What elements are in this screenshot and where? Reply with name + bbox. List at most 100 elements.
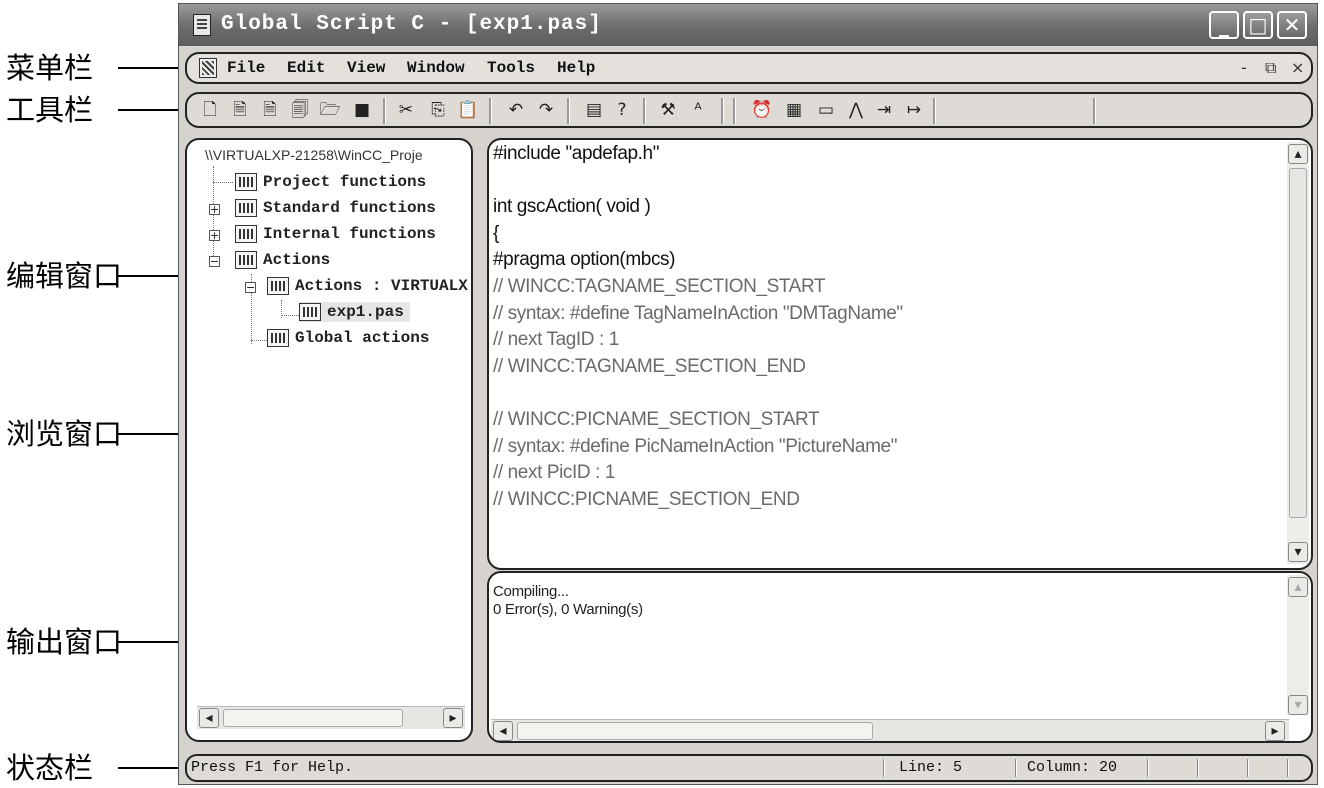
editor-vertical-scrollbar[interactable]: ▴ ▾ — [1287, 142, 1309, 564]
grid-icon[interactable]: ▦ — [783, 99, 805, 121]
scroll-up-icon[interactable]: ▴ — [1288, 144, 1308, 164]
code-line[interactable]: // WINCC:PICNAME_SECTION_START — [493, 408, 820, 432]
new-icon[interactable]: 🗋 — [199, 99, 221, 121]
code-line[interactable]: // next PicID : 1 — [493, 461, 615, 485]
mdi-minimize-button[interactable]: - — [1241, 54, 1247, 82]
code-line[interactable]: // next TagID : 1 — [493, 328, 619, 352]
scroll-left-icon[interactable]: ◂ — [199, 708, 219, 728]
title-bar[interactable]: Global Script C - [exp1.pas] _ □ ✕ — [179, 4, 1317, 46]
folder-icon[interactable]: 🗁 — [319, 99, 341, 121]
tree-item-standard-functions[interactable]: Standard functions — [235, 198, 436, 218]
minimize-button[interactable]: _ — [1209, 11, 1239, 39]
status-help-text: Press F1 for Help. — [191, 759, 354, 776]
print-icon[interactable]: ▤ — [583, 99, 605, 121]
floppy-icon[interactable]: ■ — [351, 99, 373, 121]
output-horizontal-scrollbar[interactable]: ◂ ▸ — [491, 719, 1289, 741]
copy-icon[interactable]: ⎘ — [427, 99, 449, 121]
menu-tools[interactable]: Tools — [487, 54, 535, 82]
scrollbar-thumb[interactable] — [517, 722, 873, 740]
tree-item-global-actions[interactable]: Global actions — [267, 328, 429, 348]
tree-line — [213, 182, 233, 183]
tree-line — [213, 166, 214, 266]
tree-item-actions-virtualxp[interactable]: Actions : VIRTUALX — [267, 276, 468, 296]
redo-icon[interactable]: ↷ — [535, 99, 557, 121]
tree-item-internal-functions[interactable]: Internal functions — [235, 224, 436, 244]
menu-edit[interactable]: Edit — [287, 54, 325, 82]
mdi-restore-button[interactable]: ⧉ — [1265, 54, 1276, 82]
collapse-icon[interactable]: − — [209, 256, 220, 267]
toolbar-separator — [1093, 98, 1096, 124]
annotation-toolbar: 工具栏 — [0, 90, 180, 130]
expand-icon[interactable]: + — [209, 230, 220, 241]
toolbar-separator — [489, 98, 492, 124]
code-line[interactable]: // WINCC:TAGNAME_SECTION_START — [493, 275, 826, 299]
output-window[interactable]: Compiling... 0 Error(s), 0 Warning(s) ▴ … — [487, 571, 1313, 743]
menu-help[interactable]: Help — [557, 54, 595, 82]
actions-folder-icon — [267, 276, 289, 295]
mdi-close-button[interactable]: × — [1291, 54, 1304, 82]
scrollbar-thumb[interactable] — [1289, 168, 1307, 518]
code-line[interactable]: // syntax: #define TagNameInAction "DMTa… — [493, 302, 903, 326]
compile-icon[interactable]: ⚒ — [657, 99, 679, 121]
scroll-down-icon[interactable]: ▾ — [1288, 695, 1308, 715]
help-icon[interactable]: ? — [611, 99, 633, 121]
app-window: Global Script C - [exp1.pas] _ □ ✕ File … — [178, 3, 1318, 785]
cut-icon[interactable]: ✂ — [395, 99, 417, 121]
expand-icon[interactable]: + — [209, 204, 220, 215]
code-line[interactable]: // syntax: #define PicNameInAction "Pict… — [493, 435, 897, 459]
annotation-browse-window: 浏览窗口 — [0, 414, 180, 454]
window-title: Global Script C - [exp1.pas] — [221, 13, 602, 36]
output-vertical-scrollbar[interactable]: ▴ ▾ — [1287, 575, 1309, 715]
save-icon[interactable]: 🗎 — [259, 99, 281, 121]
scroll-right-icon[interactable]: ▸ — [443, 708, 463, 728]
scroll-down-icon[interactable]: ▾ — [1288, 542, 1308, 562]
code-line[interactable]: #pragma option(mbcs) — [493, 248, 675, 272]
tree-item-project-functions[interactable]: Project functions — [235, 172, 426, 192]
open-icon[interactable]: 🗎 — [229, 99, 251, 121]
annotation-label: 编辑窗口 — [6, 259, 123, 293]
toolbar-separator — [733, 98, 736, 124]
collapse-icon[interactable]: − — [245, 282, 256, 293]
tree-item-exp1-pas[interactable]: exp1.pas — [299, 302, 410, 322]
status-separator — [1287, 759, 1289, 777]
code-line[interactable]: int gscAction( void ) — [493, 195, 651, 219]
toolbar-separator — [383, 98, 386, 124]
alarm-icon[interactable]: ⏰ — [751, 99, 773, 121]
undo-icon[interactable]: ↶ — [505, 99, 527, 121]
menu-file[interactable]: File — [227, 54, 265, 82]
code-line[interactable]: return 0; — [493, 568, 560, 569]
save-all-icon[interactable]: 🗐 — [289, 99, 311, 121]
script-file-icon — [299, 302, 321, 321]
close-button[interactable]: ✕ — [1277, 11, 1307, 39]
actions-folder-icon — [235, 250, 257, 269]
code-line[interactable]: #include "apdefap.h" — [493, 142, 659, 166]
paste-icon[interactable]: 📋 — [457, 99, 479, 121]
browse-window: \\VIRTUALXP-21258\WinCC_Proje Project fu… — [185, 138, 473, 742]
export-icon[interactable]: ↦ — [903, 99, 925, 121]
document-icon[interactable] — [199, 58, 217, 78]
tree-root[interactable]: \\VIRTUALXP-21258\WinCC_Proje — [205, 146, 423, 164]
annotation-line — [118, 433, 180, 435]
function-library-icon — [235, 172, 257, 191]
code-line[interactable]: { — [493, 222, 499, 246]
abc-icon[interactable]: ᴬ — [687, 99, 709, 121]
scroll-right-icon[interactable]: ▸ — [1265, 721, 1285, 741]
tree-item-label: Standard functions — [263, 199, 436, 217]
scroll-left-icon[interactable]: ◂ — [493, 721, 513, 741]
menu-window[interactable]: Window — [407, 54, 465, 82]
tree-line — [251, 340, 267, 341]
scrollbar-thumb[interactable] — [223, 709, 403, 727]
maximize-button[interactable]: □ — [1243, 11, 1273, 39]
code-line[interactable]: // WINCC:PICNAME_SECTION_END — [493, 488, 800, 512]
tree-item-actions[interactable]: Actions — [235, 250, 330, 270]
window-icon[interactable]: ▭ — [815, 99, 837, 121]
edit-window[interactable]: #include "apdefap.h" int gscAction( void … — [487, 138, 1313, 570]
app-icon[interactable] — [193, 14, 211, 36]
menu-view[interactable]: View — [347, 54, 385, 82]
code-line[interactable]: // WINCC:TAGNAME_SECTION_END — [493, 355, 806, 379]
compass-icon[interactable]: ⋀ — [845, 99, 867, 121]
toolbar-separator — [933, 98, 936, 124]
browse-horizontal-scrollbar[interactable]: ◂ ▸ — [197, 706, 465, 729]
import-icon[interactable]: ⇥ — [873, 99, 895, 121]
scroll-up-icon[interactable]: ▴ — [1288, 577, 1308, 597]
